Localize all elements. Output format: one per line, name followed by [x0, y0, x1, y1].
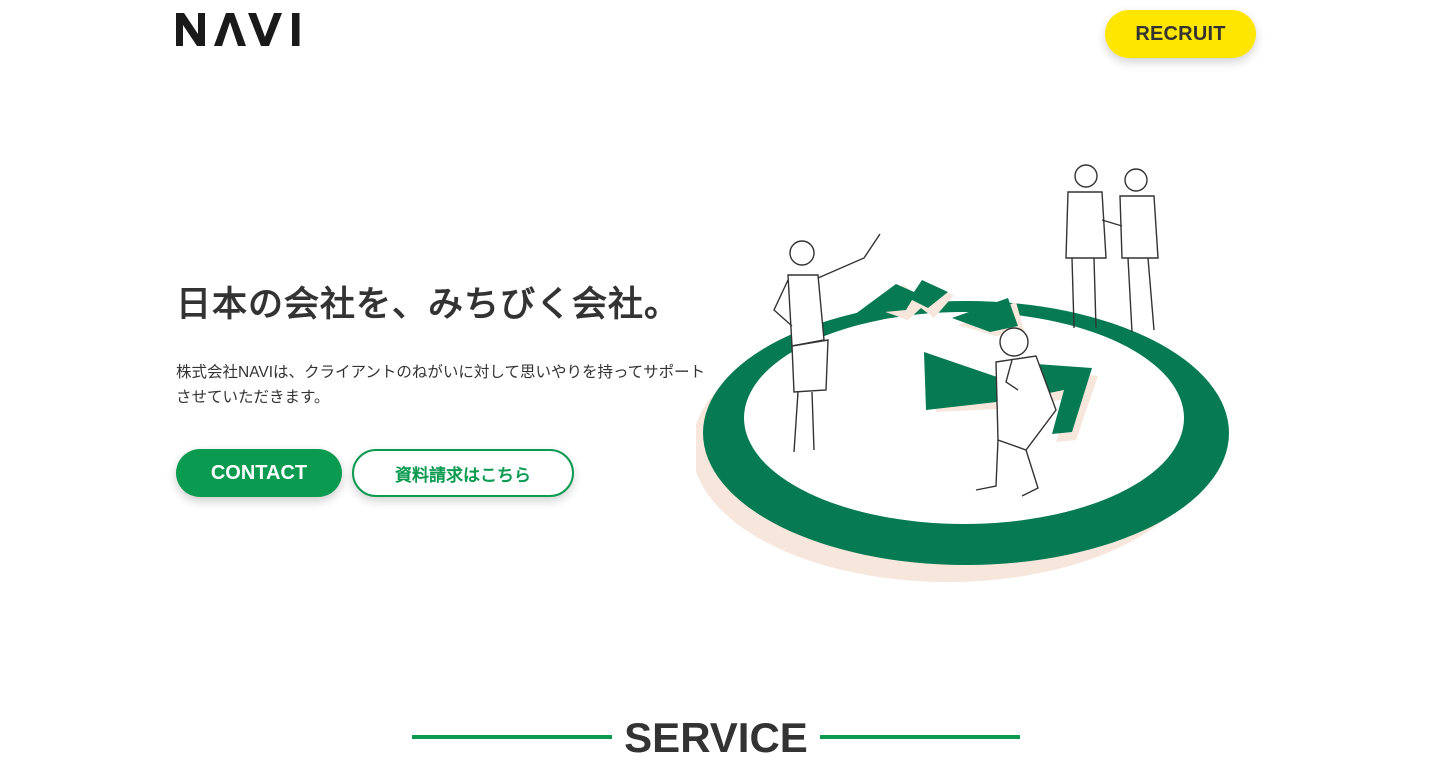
- document-request-button[interactable]: 資料請求はこちら: [352, 449, 574, 497]
- hero-description: 株式会社NAVIは、クライアントのねがいに対して思いやりを持ってサポートさせてい…: [176, 364, 706, 406]
- service-title: SERVICE: [624, 714, 808, 761]
- divider-line-right: [820, 735, 1020, 739]
- handshake-men-figure: [1065, 164, 1159, 333]
- recruit-button[interactable]: RECRUIT: [1105, 10, 1256, 58]
- service-section-heading: SERVICE: [0, 712, 1436, 764]
- navi-logo[interactable]: [176, 10, 308, 50]
- page: RECRUIT 日本の会社を、みちびく会社。 株式会社NAVIは、クライアントの…: [0, 0, 1436, 781]
- divider-line-left: [412, 735, 612, 739]
- contact-button[interactable]: CONTACT: [176, 449, 342, 497]
- navi-logo-icon: [176, 13, 300, 46]
- hero-title: 日本の会社を、みちびく会社。: [176, 285, 681, 324]
- hero-illustration: [696, 164, 1229, 582]
